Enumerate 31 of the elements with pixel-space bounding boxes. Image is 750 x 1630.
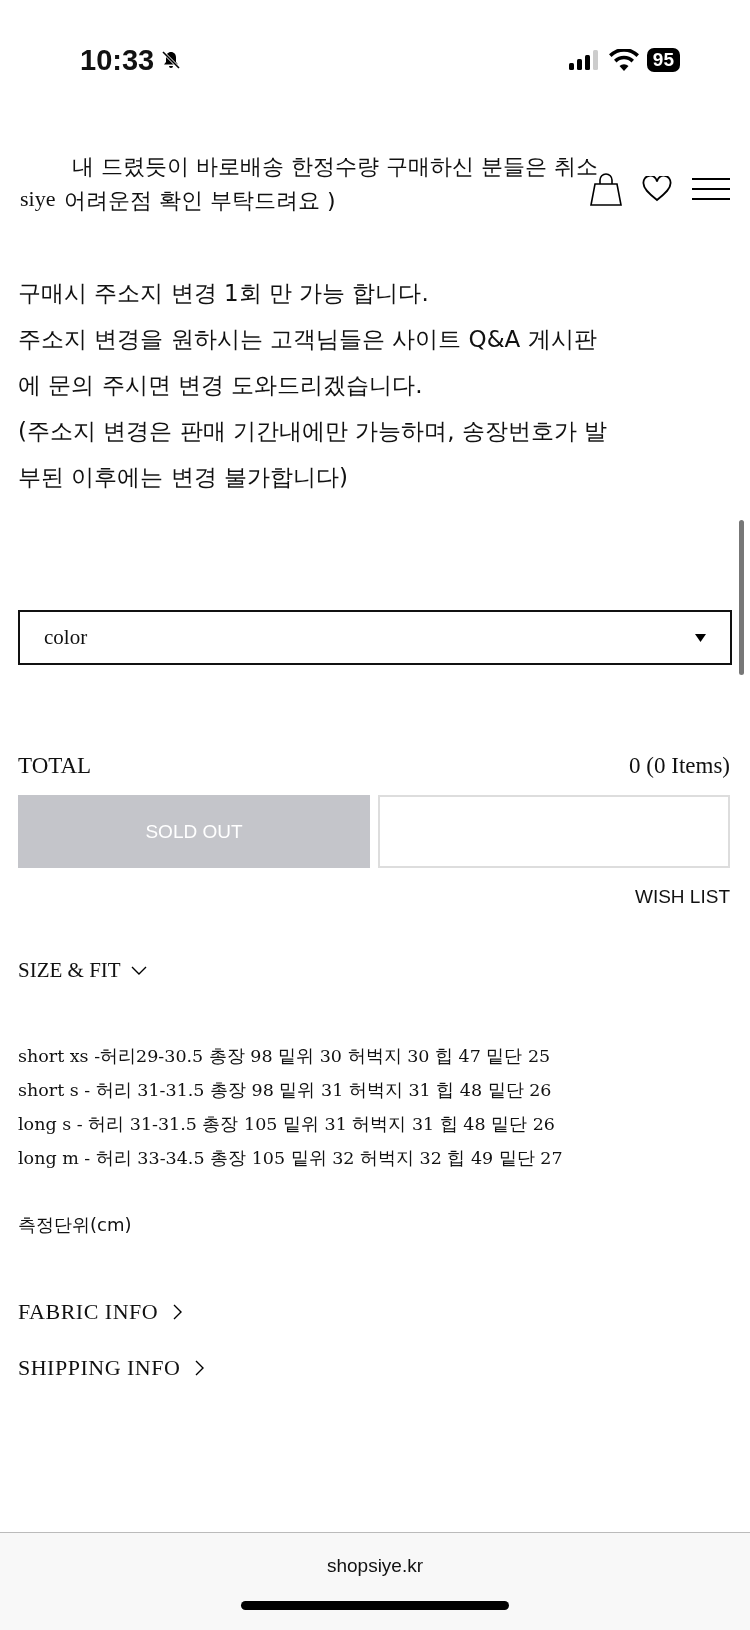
notice-text: (주소지 변경은 판매 기간내에만 가능하며, 송장번호가 발 [18, 417, 609, 446]
unit-note: 측정단위(cm) [18, 1213, 133, 1237]
info-link[interactable]: SHIPPING INFO [18, 1355, 205, 1381]
chevron-icon [194, 1360, 205, 1376]
chevron-icon [172, 1304, 183, 1320]
size-row-text: long s - 허리 31-31.5 총장 105 밑위 31 허벅지 31 힙 48 밑단 26 [18, 1113, 556, 1136]
heart-icon[interactable] [642, 176, 672, 202]
total-label: TOTAL [18, 753, 92, 779]
url-text[interactable]: shopsiye.kr [326, 1555, 424, 1577]
menu-icon[interactable] [692, 177, 730, 201]
notice-text: 주소지 변경을 원하시는 고객님들은 사이트 Q&A 게시판 [18, 325, 598, 354]
size-row-text: short xs -허리29-30.5 총장 98 밑위 30 허벅지 30 힙 47 밑단 25 [18, 1045, 552, 1068]
color-dropdown[interactable]: color [18, 610, 732, 665]
wish-list-link[interactable]: WISH LIST [635, 886, 730, 908]
notice-text: 에 문의 주시면 변경 도와드리겠습니다. [18, 371, 424, 400]
status-time: 10:33 [80, 43, 155, 77]
size-row-text: short s - 허리 31-31.5 총장 98 밑위 31 허벅지 31 힙 48 밑단 26 [18, 1079, 553, 1102]
chevron-icon [130, 965, 147, 976]
wifi-icon [608, 49, 639, 71]
signal-icon [568, 50, 601, 70]
notice-text: 부된 이후에는 변경 불가합니다) [18, 463, 349, 492]
info-link[interactable]: FABRIC INFO [18, 1299, 183, 1325]
total-value: 0 (0 Items) [629, 753, 730, 779]
size-row-text: long m - 허리 33-34.5 총장 105 밑위 32 허벅지 32 힙 49 밑단 27 [18, 1147, 564, 1170]
notice-text: 내 드렸듯이 바로배송 한정수량 구매하신 분들은 취소 [72, 153, 598, 181]
notice-text: 구매시 주소지 변경 1회 만 가능 합니다. [18, 279, 430, 308]
size-fit-toggle[interactable]: SIZE & FIT [18, 958, 147, 983]
dropdown-caret-icon [695, 633, 706, 642]
logo[interactable]: siye [20, 186, 56, 212]
notice-text: 어려운점 확인 부탁드려요 ) [64, 187, 336, 215]
battery-level: 95 [646, 48, 680, 72]
